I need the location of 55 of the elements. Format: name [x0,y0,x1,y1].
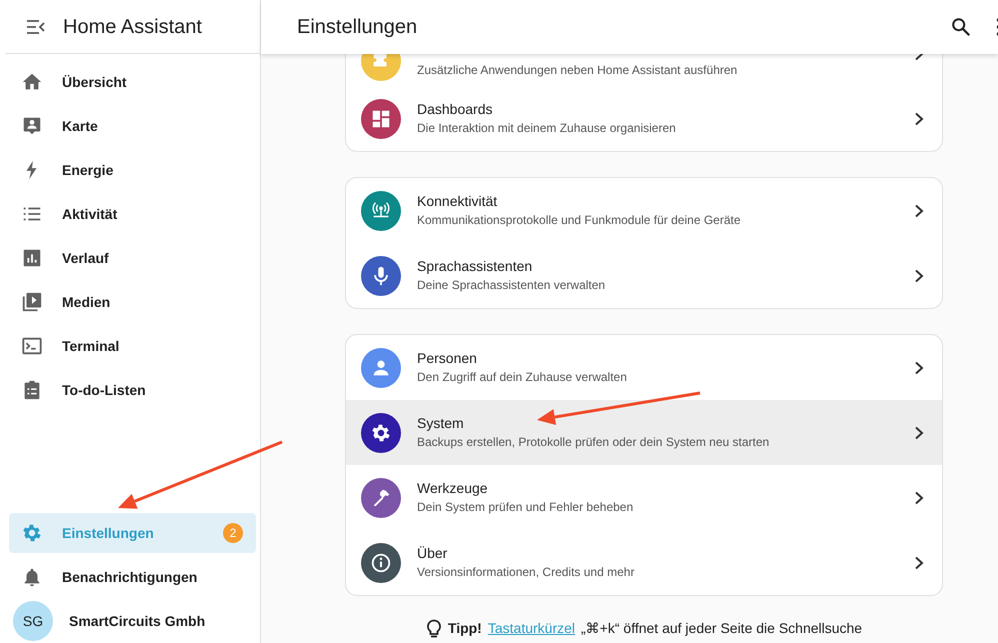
info-icon [370,552,392,574]
search-button[interactable] [950,16,972,38]
settings-row[interactable]: Zusätzliche Anwendungen neben Home Assistant ausführen [346,54,942,86]
sidebar-item[interactable]: To-do-Listen [9,368,256,412]
settings-row[interactable]: Werkzeuge Dein System prüfen und Fehler beheben [346,465,942,530]
map-person-icon [21,115,43,137]
row-title: System [417,414,465,433]
settings-row[interactable]: Personen Den Zugriff auf dein Zuhause verwalten [346,335,942,400]
page-title: Einstellungen [297,15,418,40]
menu-icon[interactable] [27,20,45,34]
settings-row[interactable]: Sprachassistenten Deine Sprachassistenten verwalten [346,243,942,308]
count-badge: 2 [223,523,243,543]
sidebar-item[interactable]: Übersicht [9,60,256,104]
sidebar-item[interactable]: Verlauf [9,236,256,280]
settings-row[interactable]: Dashboards Die Interaktion mit deinem Zuhause organisieren [346,86,942,151]
chevron-icon [914,204,924,218]
user-item[interactable]: SG SmartCircuits Gmbh [0,599,260,643]
row-description: Versionsinformationen, Credits und mehr [417,564,634,581]
row-description: Dein System prüfen und Fehler beheben [417,498,634,516]
settings-icon [21,522,43,544]
tip-text: „⌘+k“ öffnet auf jeder Seite die Schnellsuche [581,619,862,638]
sidebar-item[interactable]: Medien [9,280,256,324]
row-title: Sprachassistenten [417,257,534,276]
lightbulb-icon [426,618,442,638]
tip-label: Tipp! [448,619,482,638]
row-description: Backups erstellen, Protokolle prüfen oder dein System neu starten [417,434,770,451]
chevron-icon [914,426,924,440]
sidebar-item[interactable]: Energie [9,148,256,192]
row-description: Zusätzliche Anwendungen neben Home Assistant ausführen [417,62,738,79]
sidebar-item[interactable]: Terminal [9,324,256,368]
sidebar-item[interactable]: Aktivität [9,192,256,236]
chevron-icon [914,360,924,374]
chevron-icon [914,112,924,126]
row-description: Deine Sprachassistenten verwalten [417,276,606,294]
row-description: Kommunikationsprotokolle und Funkmodule für deine Geräte [417,212,741,229]
settings-row[interactable]: Über Versionsinformationen, Credits und mehr [346,530,942,595]
row-title: Werkzeuge [417,479,489,498]
row-title: Konnektivität [417,192,498,211]
app-title: Home Assistant [63,14,202,40]
sidebar-item[interactable]: Benachrichtigungen [9,555,256,599]
row-title: Personen [417,349,478,368]
user-avatar: SG [13,601,53,641]
terminal-icon [21,335,43,357]
row-description: Die Interaktion mit deinem Zuhause organisieren [417,120,676,137]
play-stack-icon [21,291,43,313]
chevron-icon [914,556,924,570]
settings-row[interactable]: System Backups erstellen, Protokolle prüfen oder dein System neu starten [346,400,942,465]
row-description: Den Zugriff auf dein Zuhause verwalten [417,368,627,386]
chevron-icon [914,490,924,504]
settings-row[interactable]: Konnektivität Kommunikationsprotokolle und Funkmodule für deine Geräte [346,178,942,243]
row-title: Dashboards [417,100,494,119]
chevron-icon [914,268,924,282]
sidebar-item[interactable]: Karte [9,104,256,148]
bar-chart-icon [21,247,43,269]
row-title: Über [417,544,448,563]
